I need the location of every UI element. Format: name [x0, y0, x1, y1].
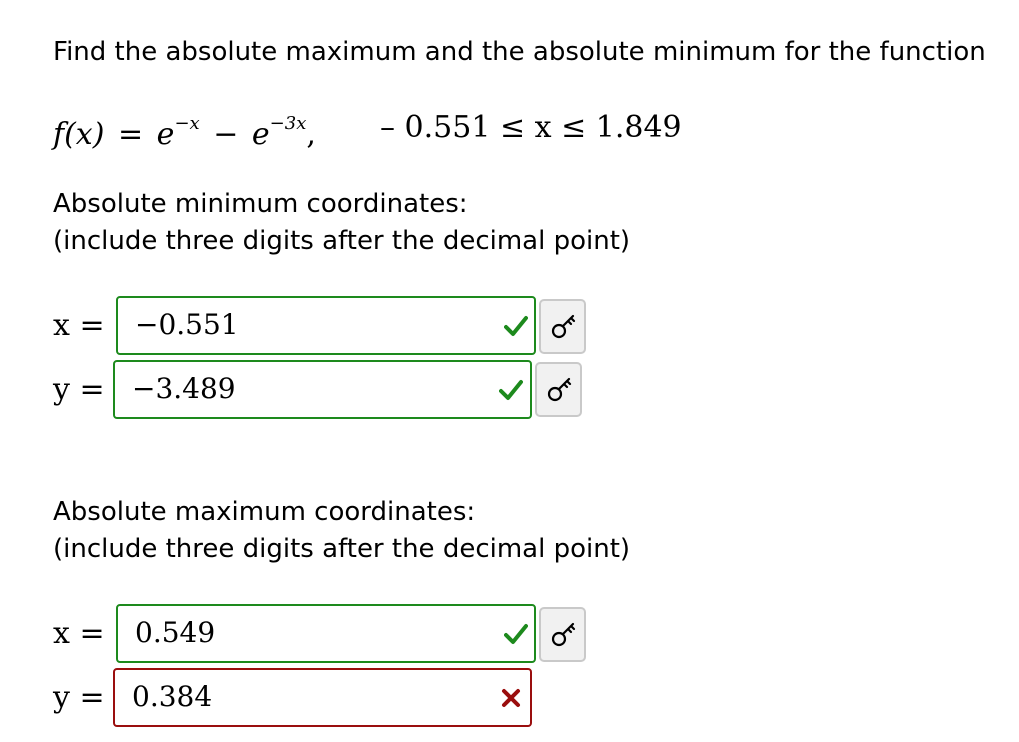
maximum-instruction: (include three digits after the decimal …	[53, 534, 631, 564]
max-x-field[interactable]: 0.549	[116, 604, 536, 663]
min-x-label: x =	[53, 308, 105, 343]
function-domain: – 0.551 ≤ x ≤ 1.849	[380, 110, 682, 145]
cross-icon	[502, 689, 520, 707]
min-y-field[interactable]: −3.489	[113, 360, 532, 419]
check-icon	[504, 624, 528, 644]
key-icon	[551, 622, 576, 647]
max-x-value: 0.549	[135, 616, 216, 649]
function-exponent-1: −x	[174, 113, 200, 134]
function-base-1: e	[156, 117, 175, 152]
min-x-field[interactable]: −0.551	[116, 296, 536, 355]
min-y-value: −3.489	[132, 372, 236, 405]
function-lhs: f(x)	[53, 117, 105, 152]
check-icon	[504, 316, 528, 336]
max-y-field[interactable]: 0.384	[113, 668, 532, 727]
question-prompt: Find the absolute maximum and the absolu…	[53, 37, 986, 67]
key-icon	[547, 377, 572, 402]
max-x-answer-key-button[interactable]	[539, 607, 586, 662]
maximum-heading: Absolute maximum coordinates:	[53, 497, 476, 527]
min-x-value: −0.551	[135, 308, 239, 341]
function-base-2: e	[251, 117, 270, 152]
max-y-label: y =	[53, 680, 105, 715]
min-x-answer-key-button[interactable]	[539, 299, 586, 354]
minimum-heading: Absolute minimum coordinates:	[53, 189, 468, 219]
function-minus: −	[213, 117, 239, 152]
key-icon	[551, 314, 576, 339]
check-icon	[499, 380, 523, 400]
function-comma: ,	[306, 117, 316, 152]
function-equals: =	[117, 117, 144, 152]
max-x-label: x =	[53, 616, 105, 651]
minimum-instruction: (include three digits after the decimal …	[53, 226, 631, 256]
function-definition: f(x) = e−x − e−3x,	[53, 108, 316, 155]
min-y-label: y =	[53, 372, 105, 407]
function-exponent-2: −3x	[269, 113, 307, 134]
min-y-answer-key-button[interactable]	[535, 362, 582, 417]
max-y-value: 0.384	[132, 680, 213, 713]
